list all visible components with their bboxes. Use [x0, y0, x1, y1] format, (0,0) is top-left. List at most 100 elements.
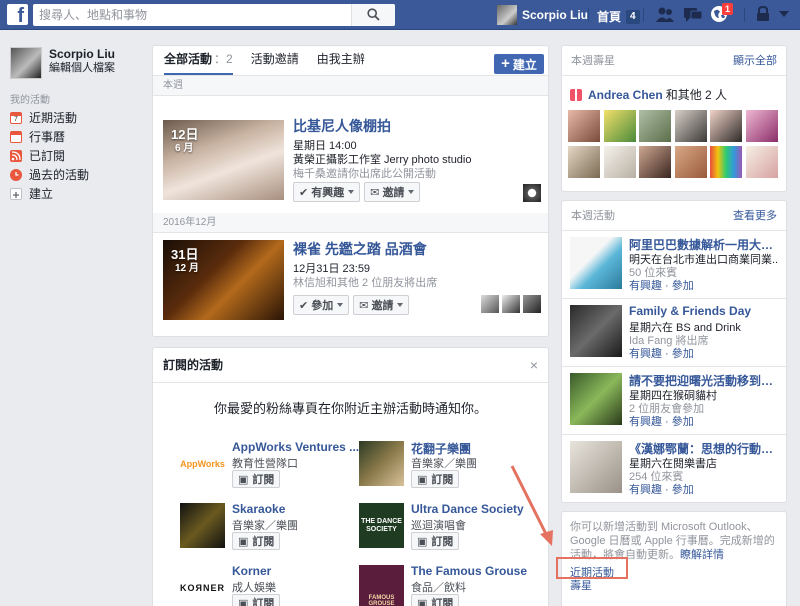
subscribe-button[interactable]: ▣ 訂閱	[411, 470, 460, 488]
account-menu-chevron-down-icon[interactable]	[779, 11, 789, 18]
birthday-person-name[interactable]: Andrea Chen	[588, 88, 663, 102]
event-thumbnail[interactable]	[570, 373, 622, 425]
privacy-lock-icon[interactable]	[756, 6, 770, 22]
sidebar-item-subscribed[interactable]: 已訂閱	[10, 146, 89, 165]
event-actions[interactable]: 有興趣 · 參加	[629, 481, 694, 497]
friend-thumbnail[interactable]	[674, 146, 707, 178]
divider	[562, 366, 789, 367]
friend-thumbnail[interactable]	[603, 146, 636, 178]
friend-avatar[interactable]	[481, 295, 499, 313]
event-thumbnail[interactable]	[570, 305, 622, 357]
sidebar-item-upcoming[interactable]: 7 近期活動	[10, 108, 89, 127]
see-all-link[interactable]: 顯示全部	[733, 46, 777, 76]
host-avatar[interactable]	[523, 184, 541, 202]
page-thumbnail[interactable]: KOЯNER	[180, 565, 225, 606]
event-title[interactable]: 裸雀 先鑑之踏 品酒會	[293, 239, 427, 259]
edit-profile-link[interactable]: 編輯個人檔案	[49, 61, 115, 75]
event-actions[interactable]: 有興趣 · 參加	[629, 345, 694, 361]
friend-thumbnail[interactable]	[603, 110, 636, 142]
friend-thumbnail[interactable]	[745, 110, 778, 142]
divider	[744, 8, 745, 22]
sidebar-item-past[interactable]: 過去的活動	[10, 165, 89, 184]
search-button[interactable]	[351, 4, 395, 26]
tab-all-events[interactable]: 全部活動 ：2	[164, 50, 233, 75]
event-thumbnail[interactable]	[570, 237, 622, 289]
tab-invitations[interactable]: 活動邀請	[251, 50, 299, 75]
friend-thumbnail[interactable]	[639, 110, 671, 142]
plus-icon	[10, 187, 22, 200]
friend-thumbnail[interactable]	[568, 146, 600, 178]
event-thumbnail[interactable]	[570, 441, 622, 493]
event-title[interactable]: Family & Friends Day	[629, 304, 779, 318]
event-item: 12日 6 月 比基尼人像棚拍 星期日 14:00 黃榮正攝影工作室 Jerry…	[153, 96, 548, 239]
top-navigation-bar: f Scorpio Liu 首頁 4 1	[0, 0, 800, 30]
rss-icon: ▣	[238, 535, 249, 548]
subscribe-button[interactable]: ▣ 訂閱	[232, 594, 281, 606]
friend-avatar[interactable]	[523, 295, 541, 313]
invite-button[interactable]: ✉ 邀請	[353, 295, 410, 315]
page-name[interactable]: Skaraoke	[232, 502, 285, 516]
friend-avatar[interactable]	[502, 295, 520, 313]
birthday-others[interactable]: 和其他 2 人	[666, 86, 727, 103]
birthday-friends-grid	[568, 110, 780, 178]
learn-more-link[interactable]: 瞭解詳情	[680, 549, 724, 561]
search-input[interactable]	[33, 4, 353, 26]
event-actions[interactable]: 有興趣 · 參加	[629, 413, 694, 429]
subscribe-button[interactable]: ▣ 訂閱	[411, 594, 460, 606]
subscribe-button[interactable]: ▣ 訂閱	[411, 532, 460, 550]
tab-count: ：2	[214, 52, 233, 66]
page-thumbnail[interactable]	[180, 503, 225, 548]
event-invite-note: 梅千桑邀請你出席此公開活動	[293, 168, 436, 180]
home-link[interactable]: 首頁 4	[597, 8, 640, 25]
card-heading: 本週活動	[571, 210, 615, 222]
event-cover-image[interactable]: 31日 12 月	[163, 240, 284, 320]
sidebar-item-calendar[interactable]: 行事曆	[10, 127, 89, 146]
annotation-highlight-box	[556, 557, 628, 579]
clock-icon	[10, 168, 22, 181]
friend-thumbnail[interactable]	[639, 146, 671, 178]
rss-icon: ▣	[417, 473, 428, 486]
event-cover-image[interactable]: 12日 6 月	[163, 120, 284, 200]
invite-button[interactable]: ✉ 邀請	[364, 182, 421, 202]
page-category: 音樂家／樂團	[411, 458, 477, 470]
rss-icon	[10, 149, 22, 162]
facebook-logo[interactable]: f	[7, 4, 28, 25]
subscribe-button[interactable]: ▣ 訂閱	[232, 532, 281, 550]
sidebar-item-create[interactable]: 建立	[10, 184, 89, 203]
tab-hosting[interactable]: 由我主辦	[317, 50, 365, 75]
create-event-button[interactable]: + 建立	[494, 54, 544, 74]
event-title[interactable]: 比基尼人像棚拍	[293, 116, 391, 136]
event-day: 31日	[171, 247, 199, 262]
plus-icon: +	[501, 55, 510, 72]
page-thumbnail[interactable]	[359, 441, 404, 486]
messages-icon[interactable]	[683, 6, 703, 24]
friend-thumbnail[interactable]	[710, 110, 742, 142]
interested-button[interactable]: ✔ 有興趣	[293, 182, 361, 202]
subscribe-button[interactable]: ▣ 訂閱	[232, 470, 281, 488]
event-month: 12 月	[175, 263, 199, 274]
page-name[interactable]: Korner	[232, 564, 271, 578]
page-name[interactable]: AppWorks Ventures ...	[232, 440, 359, 454]
profile-shortcut[interactable]: Scorpio Liu	[497, 3, 588, 27]
page-thumbnail[interactable]: AppWorks	[180, 441, 225, 486]
friend-thumbnail[interactable]	[674, 110, 707, 142]
divider	[562, 434, 789, 435]
close-icon[interactable]: ×	[530, 348, 538, 383]
friend-requests-icon[interactable]	[655, 6, 675, 24]
page-thumbnail[interactable]: THE DANCE SOCIETY	[359, 503, 404, 548]
birthdays-export-link[interactable]: 壽星	[570, 577, 592, 593]
profile-name[interactable]: Scorpio Liu	[49, 47, 115, 61]
card-heading: 本週壽星	[571, 55, 615, 67]
events-tabs: 全部活動 ：2 活動邀請 由我主辦 + 建立	[153, 46, 548, 76]
going-button[interactable]: ✔ 參加	[293, 295, 350, 315]
see-more-link[interactable]: 查看更多	[733, 201, 777, 231]
friend-thumbnail[interactable]	[568, 110, 600, 142]
friend-thumbnail[interactable]	[745, 146, 778, 178]
page-thumbnail[interactable]: FAMOUS GROUSE	[359, 565, 404, 606]
annotation-arrow-icon	[510, 465, 553, 546]
event-actions[interactable]: 有興趣 · 參加	[629, 277, 694, 293]
page-name[interactable]: The Famous Grouse	[411, 564, 527, 578]
friend-thumbnail[interactable]	[710, 146, 742, 178]
profile-picture[interactable]	[10, 47, 42, 79]
profile-block[interactable]: Scorpio Liu 編輯個人檔案	[10, 47, 115, 79]
